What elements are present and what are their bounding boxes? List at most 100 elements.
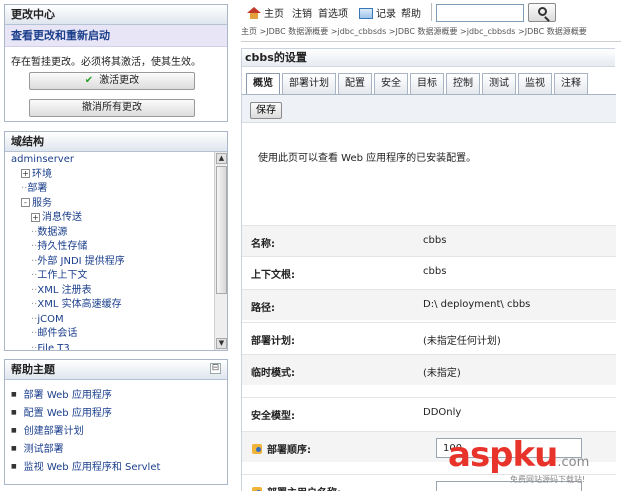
- save-bar: 保存: [242, 95, 616, 123]
- property-label-text: 安全模型:: [251, 411, 295, 422]
- watermark-subtitle: 免费网站源码下载站!: [510, 475, 586, 484]
- expand-icon[interactable]: +: [31, 212, 40, 222]
- property-label-text: 部署顺序:: [267, 445, 311, 456]
- tab-item[interactable]: 注释: [554, 73, 588, 94]
- tree-item[interactable]: ··持久性存储: [11, 240, 213, 255]
- tree-item[interactable]: ··工作上下文: [11, 269, 213, 284]
- tab-item[interactable]: 监视: [518, 73, 552, 94]
- scroll-thumb[interactable]: [216, 166, 227, 294]
- property-label-text: 上下文根:: [251, 270, 295, 281]
- tree-item[interactable]: - 服务: [11, 197, 213, 212]
- tree-item[interactable]: ··File T3: [11, 342, 213, 351]
- tree-item[interactable]: ··XML 注册表: [11, 284, 213, 299]
- tab-item[interactable]: 概览: [246, 73, 280, 94]
- tree-item[interactable]: ··jCOM: [11, 313, 213, 328]
- property-label-text: 临时模式:: [251, 368, 295, 379]
- property-value: DDOnly: [423, 407, 462, 418]
- help-topic-link[interactable]: 监视 Web 应用程序和 Servlet: [11, 458, 227, 476]
- toolbar-divider: [431, 3, 432, 21]
- top-toolbar: 主页 注销 首选项 记录 帮助: [241, 0, 621, 24]
- tab-item[interactable]: 部署计划: [282, 73, 336, 94]
- discard-changes-button[interactable]: 撤消所有更改: [29, 99, 195, 117]
- property-label: 名称:: [251, 235, 275, 250]
- property-label-text: 名称:: [251, 239, 275, 250]
- minimize-icon[interactable]: ⊟: [210, 363, 221, 374]
- domain-structure-panel: 域结构 adminserver + 环境 ··部署 - 服务 + 消息传送 ··数据源 ··持久性…: [4, 131, 228, 351]
- change-center-panel: 更改中心 查看更改和重新启动 存在暂挂更改。必须将其激活，使其生效。 ✔ 激活更改…: [4, 4, 228, 122]
- home-link[interactable]: 主页: [247, 5, 284, 20]
- config-option-icon: [252, 443, 264, 455]
- property-row: 路径: D:\ deployment\ cbbs: [242, 289, 616, 320]
- logout-link[interactable]: 注销: [292, 5, 312, 20]
- tree-item-label: XML 注册表: [37, 284, 92, 296]
- property-row: 上下文根: cbbs: [242, 256, 616, 287]
- property-value: cbbs: [423, 266, 447, 277]
- save-button[interactable]: 保存: [250, 102, 282, 119]
- settings-tabs: 概览 部署计划 配置 安全 目标 控制 测试 监视 注释: [246, 73, 590, 94]
- tree-item-label: 外部 JNDI 提供程序: [37, 255, 125, 267]
- record-link[interactable]: 记录: [359, 5, 396, 20]
- tree-item-label: 邮件会话: [37, 328, 78, 339]
- domain-structure-title: 域结构: [5, 132, 227, 152]
- breadcrumb-divider: [241, 41, 621, 42]
- record-icon: [359, 8, 373, 19]
- tab-item[interactable]: 控制: [446, 73, 480, 94]
- page-description: 使用此页可以查看 Web 应用程序的已安装配置。: [258, 153, 477, 164]
- tree-item[interactable]: ··外部 JNDI 提供程序: [11, 255, 213, 270]
- tree-item-label: 数据源: [37, 226, 68, 238]
- help-link[interactable]: 帮助: [401, 5, 421, 20]
- property-value: cbbs: [423, 235, 447, 246]
- tree-item-label: 持久性存储: [37, 241, 88, 252]
- record-label: 记录: [376, 9, 396, 20]
- view-changes-link[interactable]: 查看更改和重新启动: [5, 25, 227, 47]
- search-input[interactable]: [436, 4, 524, 22]
- tree-item-label: jCOM: [37, 313, 64, 325]
- search-icon: [538, 7, 547, 16]
- activate-changes-label: 激活更改: [99, 75, 140, 86]
- property-value: (未指定任何计划): [423, 336, 501, 347]
- tree-item-label: 服务: [32, 197, 52, 209]
- property-row: 临时模式: (未指定): [242, 354, 616, 385]
- tab-item[interactable]: 测试: [482, 73, 516, 94]
- tab-item[interactable]: 目标: [410, 73, 444, 94]
- config-option-icon: [252, 486, 264, 491]
- tree-item-label: XML 实体高速缓存: [37, 299, 122, 310]
- search-button[interactable]: [528, 3, 556, 22]
- breadcrumb[interactable]: 主页 >JDBC 数据源概要 >jdbc_cbbsds >JDBC 数据源概要 …: [241, 26, 621, 40]
- tree-item[interactable]: + 环境: [11, 168, 213, 183]
- property-label: 上下文根:: [251, 266, 295, 281]
- tree-scrollbar[interactable]: ▲ ▼: [214, 152, 227, 350]
- domain-tree: adminserver + 环境 ··部署 - 服务 + 消息传送 ··数据源 ··持久性存储 ··…: [5, 152, 213, 350]
- preferences-link[interactable]: 首选项: [318, 5, 348, 20]
- settings-title: cbbs的设置: [242, 49, 615, 67]
- change-center-title: 更改中心: [5, 5, 227, 25]
- property-label-text: 路径:: [251, 303, 275, 314]
- scroll-down-icon[interactable]: ▼: [216, 338, 227, 349]
- tree-item[interactable]: ··XML 实体高速缓存: [11, 298, 213, 313]
- help-topics-list: 部署 Web 应用程序配置 Web 应用程序创建部署计划测试部署监视 Web 应…: [5, 380, 227, 476]
- property-label-text: 部署计划:: [251, 336, 295, 347]
- help-topic-link[interactable]: 创建部署计划: [11, 422, 227, 440]
- home-icon: [247, 7, 261, 19]
- scroll-up-icon[interactable]: ▲: [216, 153, 227, 164]
- tab-item[interactable]: 配置: [338, 73, 372, 94]
- pending-changes-message: 存在暂挂更改。必须将其激活，使其生效。: [11, 57, 201, 68]
- help-topic-link[interactable]: 测试部署: [11, 440, 227, 458]
- tree-item-label: 部署: [27, 183, 48, 194]
- expand-icon[interactable]: +: [21, 169, 30, 178]
- tree-item[interactable]: adminserver: [11, 153, 213, 168]
- tree-item[interactable]: + 消息传送: [11, 211, 213, 226]
- help-topic-link[interactable]: 部署 Web 应用程序: [11, 386, 227, 404]
- tree-item[interactable]: ··部署: [11, 182, 213, 197]
- tree-item[interactable]: ··邮件会话: [11, 327, 213, 342]
- property-label: 部署主用户名称:: [252, 484, 341, 491]
- help-topic-link[interactable]: 配置 Web 应用程序: [11, 404, 227, 422]
- collapse-icon[interactable]: -: [21, 198, 30, 207]
- tab-item[interactable]: 安全: [374, 73, 408, 94]
- home-label: 主页: [264, 9, 284, 20]
- property-value: D:\ deployment\ cbbs: [423, 299, 531, 310]
- activate-changes-button[interactable]: ✔ 激活更改: [29, 72, 195, 90]
- property-label: 安全模型:: [251, 407, 295, 422]
- tree-item-label: adminserver: [11, 154, 74, 165]
- tree-item[interactable]: ··数据源: [11, 226, 213, 241]
